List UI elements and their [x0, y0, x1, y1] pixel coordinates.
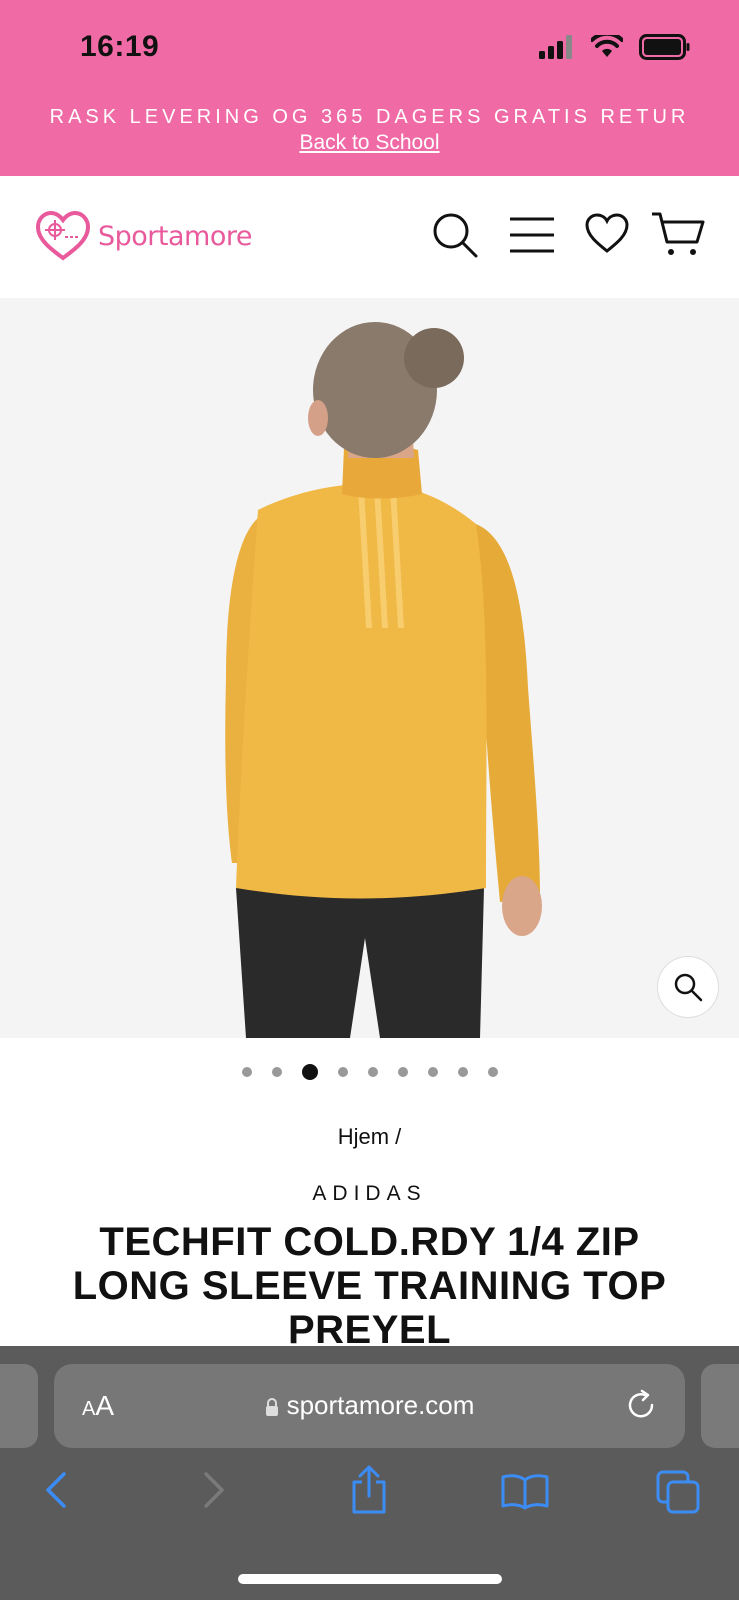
- gallery-dot[interactable]: [241, 1067, 252, 1077]
- top-banner: 16:19 RASK LEVERING OG 365 DAGERS GRATIS…: [0, 0, 739, 176]
- menu-icon[interactable]: [508, 216, 556, 254]
- gallery-dot[interactable]: [457, 1067, 468, 1077]
- product-photo: [225, 322, 542, 1038]
- promo-text: RASK LEVERING OG 365 DAGERS GRATIS RETUR: [49, 106, 690, 128]
- site-header: Sportamore: [0, 176, 739, 298]
- gallery-dot[interactable]: [487, 1067, 498, 1077]
- cellular-signal-icon: [539, 35, 572, 59]
- zoom-icon: [674, 973, 703, 1002]
- product-brand[interactable]: ADIDAS: [0, 1182, 739, 1206]
- gallery-dot[interactable]: [367, 1067, 378, 1077]
- product-image-gallery[interactable]: [0, 298, 739, 1038]
- url-text: sportamore.com: [286, 1390, 475, 1420]
- browser-toolbar: AA sportamore.com: [0, 1346, 739, 1600]
- logo-text: Sportamore: [98, 220, 252, 252]
- browser-nav-row: [0, 1465, 739, 1530]
- heart-icon[interactable]: [584, 212, 630, 254]
- breadcrumb[interactable]: Hjem /: [0, 1124, 739, 1150]
- previous-tab-preview[interactable]: [0, 1364, 38, 1448]
- home-indicator[interactable]: [238, 1574, 502, 1584]
- gallery-pagination: [0, 1064, 739, 1080]
- wifi-icon: [591, 35, 623, 57]
- cart-icon[interactable]: [650, 210, 706, 258]
- share-icon[interactable]: [348, 1464, 390, 1516]
- reload-icon[interactable]: [625, 1388, 659, 1422]
- status-icons: [539, 34, 691, 60]
- tabs-icon[interactable]: [656, 1470, 702, 1514]
- status-time: 16:19: [80, 30, 160, 63]
- gallery-dot[interactable]: [397, 1067, 408, 1077]
- heart-logo-icon: [35, 210, 91, 261]
- gallery-dot[interactable]: [271, 1067, 282, 1077]
- logo[interactable]: Sportamore: [34, 210, 252, 262]
- gallery-dot[interactable]: [301, 1064, 318, 1080]
- back-icon[interactable]: [42, 1470, 72, 1510]
- bookmarks-icon[interactable]: [500, 1472, 550, 1510]
- lock-icon: [265, 1398, 278, 1417]
- zoom-button[interactable]: [657, 956, 719, 1018]
- url-display[interactable]: sportamore.com: [54, 1390, 685, 1421]
- search-icon[interactable]: [432, 212, 478, 258]
- product-title: TECHFIT COLD.RDY 1/4 ZIP LONG SLEEVE TRA…: [72, 1220, 667, 1352]
- battery-icon: [639, 34, 690, 60]
- gallery-dot[interactable]: [337, 1067, 348, 1077]
- promo-link[interactable]: Back to School: [299, 131, 439, 155]
- gallery-dot[interactable]: [427, 1067, 438, 1077]
- promo-banner: RASK LEVERING OG 365 DAGERS GRATIS RETUR…: [0, 106, 739, 155]
- next-tab-preview[interactable]: [701, 1364, 739, 1448]
- address-bar[interactable]: AA sportamore.com: [54, 1364, 685, 1448]
- forward-icon[interactable]: [198, 1470, 228, 1510]
